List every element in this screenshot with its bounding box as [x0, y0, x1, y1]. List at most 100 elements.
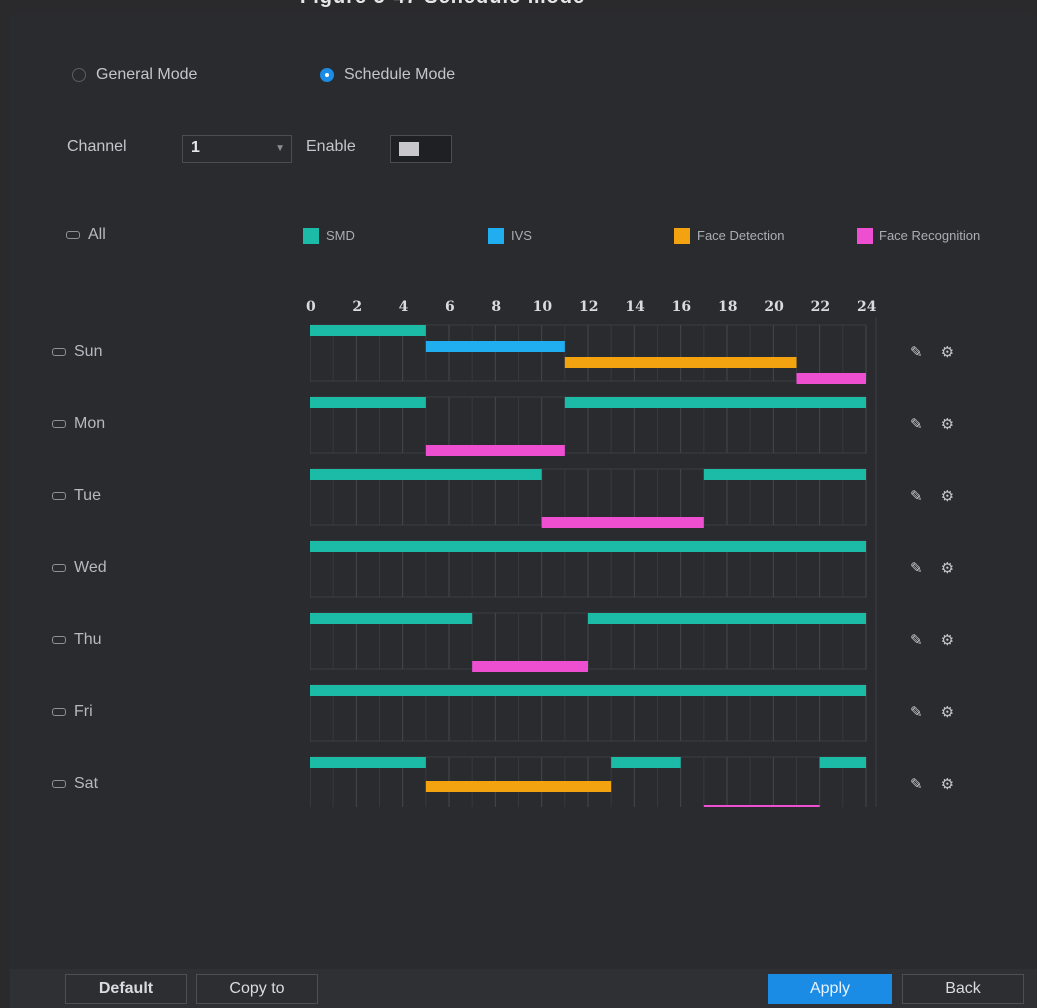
- gear-icon[interactable]: ⚙: [941, 415, 954, 433]
- row-tools: ✎ ⚙: [910, 559, 954, 577]
- schedule-bar-smd[interactable]: [564, 397, 866, 408]
- checkbox-icon: [52, 492, 66, 500]
- gear-icon[interactable]: ⚙: [941, 487, 954, 505]
- hour-label: 22: [810, 299, 831, 315]
- hour-label: 16: [671, 299, 692, 315]
- pencil-icon[interactable]: ✎: [910, 343, 923, 361]
- day-checkbox-sun[interactable]: Sun: [52, 343, 102, 361]
- schedule-mode-radio[interactable]: Schedule Mode: [320, 66, 455, 84]
- default-button[interactable]: Default: [65, 974, 187, 1004]
- schedule-bar-ivs[interactable]: [425, 341, 565, 352]
- schedule-panel: General Mode Schedule Mode Channel 1 ▼ E…: [10, 14, 1037, 1008]
- schedule-bar-face-recognition[interactable]: [472, 661, 588, 672]
- row-tools: ✎ ⚙: [910, 343, 954, 361]
- schedule-bar-smd[interactable]: [310, 325, 426, 336]
- gear-icon[interactable]: ⚙: [941, 631, 954, 649]
- schedule-bar-smd[interactable]: [310, 613, 473, 624]
- checkbox-icon: [52, 420, 66, 428]
- channel-select[interactable]: 1 ▼: [182, 135, 292, 163]
- schedule-bar-smd[interactable]: [310, 541, 866, 552]
- day-label: Sat: [74, 775, 99, 792]
- copy-to-button[interactable]: Copy to: [196, 974, 318, 1004]
- checkbox-icon: [66, 231, 80, 239]
- day-label: Fri: [74, 703, 93, 720]
- day-checkbox-sat[interactable]: Sat: [52, 775, 98, 793]
- pencil-icon[interactable]: ✎: [910, 631, 923, 649]
- row-tools: ✎ ⚙: [910, 415, 954, 433]
- schedule-bar-smd[interactable]: [588, 613, 866, 624]
- schedule-bar-smd[interactable]: [611, 757, 681, 768]
- gear-icon[interactable]: ⚙: [941, 703, 954, 721]
- day-label: Mon: [74, 415, 106, 432]
- hour-label: 4: [398, 299, 409, 315]
- smd-checkbox-icon[interactable]: [303, 228, 319, 244]
- hour-label: 2: [352, 299, 363, 315]
- schedule-bar-smd[interactable]: [310, 397, 426, 408]
- checkbox-icon: [52, 348, 66, 356]
- chevron-down-icon: ▼: [275, 143, 285, 154]
- hour-label: 20: [764, 299, 784, 315]
- day-checkbox-fri[interactable]: Fri: [52, 703, 93, 721]
- hour-label: 0: [306, 299, 316, 315]
- checkbox-icon: [52, 780, 66, 788]
- schedule-bar-face-recognition[interactable]: [796, 373, 867, 384]
- hour-label: 24: [857, 299, 877, 315]
- schedule-bar-face-recognition[interactable]: [425, 445, 565, 456]
- checkbox-icon: [52, 708, 66, 716]
- pencil-icon[interactable]: ✎: [910, 487, 923, 505]
- enable-label: Enable: [306, 138, 356, 155]
- ivs-checkbox-icon[interactable]: [488, 228, 504, 244]
- figure-caption: Figure 5-47 Schedule mode: [300, 0, 585, 9]
- day-checkbox-wed[interactable]: Wed: [52, 559, 107, 577]
- schedule-bar-smd[interactable]: [819, 757, 866, 768]
- footer-bar: Default Copy to Apply Back: [10, 969, 1037, 1008]
- checkbox-icon: [52, 564, 66, 572]
- legend-ivs: IVS: [511, 228, 532, 243]
- hour-label: 6: [445, 299, 455, 315]
- radio-off-icon: [72, 68, 86, 82]
- schedule-bar-face-recognition[interactable]: [703, 805, 820, 807]
- schedule-mode-label: Schedule Mode: [344, 66, 456, 83]
- toggle-knob: [399, 142, 419, 156]
- day-label: Thu: [74, 631, 102, 648]
- row-tools: ✎ ⚙: [910, 775, 954, 793]
- schedule-bar-smd[interactable]: [310, 685, 866, 696]
- radio-on-icon: [320, 68, 334, 82]
- gear-icon[interactable]: ⚙: [941, 559, 954, 577]
- pencil-icon[interactable]: ✎: [910, 415, 923, 433]
- all-label: All: [88, 226, 106, 243]
- gear-icon[interactable]: ⚙: [941, 343, 954, 361]
- day-checkbox-mon[interactable]: Mon: [52, 415, 105, 433]
- checkbox-icon: [52, 636, 66, 644]
- schedule-bar-face-recognition[interactable]: [541, 517, 704, 528]
- channel-value: 1: [191, 139, 200, 156]
- schedule-bar-smd[interactable]: [310, 757, 426, 768]
- hour-label: 8: [491, 299, 502, 315]
- all-checkbox[interactable]: All: [66, 226, 106, 244]
- enable-toggle[interactable]: [390, 135, 452, 163]
- general-mode-radio[interactable]: General Mode: [72, 66, 197, 84]
- back-button[interactable]: Back: [902, 974, 1024, 1004]
- face-detection-checkbox-icon[interactable]: [674, 228, 690, 244]
- row-tools: ✎ ⚙: [910, 631, 954, 649]
- pencil-icon[interactable]: ✎: [910, 775, 923, 793]
- hour-label: 12: [579, 299, 599, 315]
- channel-label: Channel: [67, 138, 127, 155]
- schedule-bar-smd[interactable]: [310, 469, 542, 480]
- day-label: Sun: [74, 343, 103, 360]
- general-mode-label: General Mode: [96, 66, 198, 83]
- legend-face-detection: Face Detection: [697, 228, 785, 243]
- day-checkbox-tue[interactable]: Tue: [52, 487, 101, 505]
- schedule-bar-face-detection[interactable]: [425, 781, 612, 792]
- schedule-bar-face-detection[interactable]: [564, 357, 797, 368]
- schedule-bar-smd[interactable]: [703, 469, 866, 480]
- apply-button[interactable]: Apply: [768, 974, 892, 1004]
- pencil-icon[interactable]: ✎: [910, 559, 923, 577]
- day-checkbox-thu[interactable]: Thu: [52, 631, 102, 649]
- face-recognition-checkbox-icon[interactable]: [857, 228, 873, 244]
- day-label: Tue: [74, 487, 101, 504]
- schedule-timeline[interactable]: [310, 317, 880, 807]
- gear-icon[interactable]: ⚙: [941, 775, 954, 793]
- hour-label: 18: [718, 299, 738, 315]
- pencil-icon[interactable]: ✎: [910, 703, 923, 721]
